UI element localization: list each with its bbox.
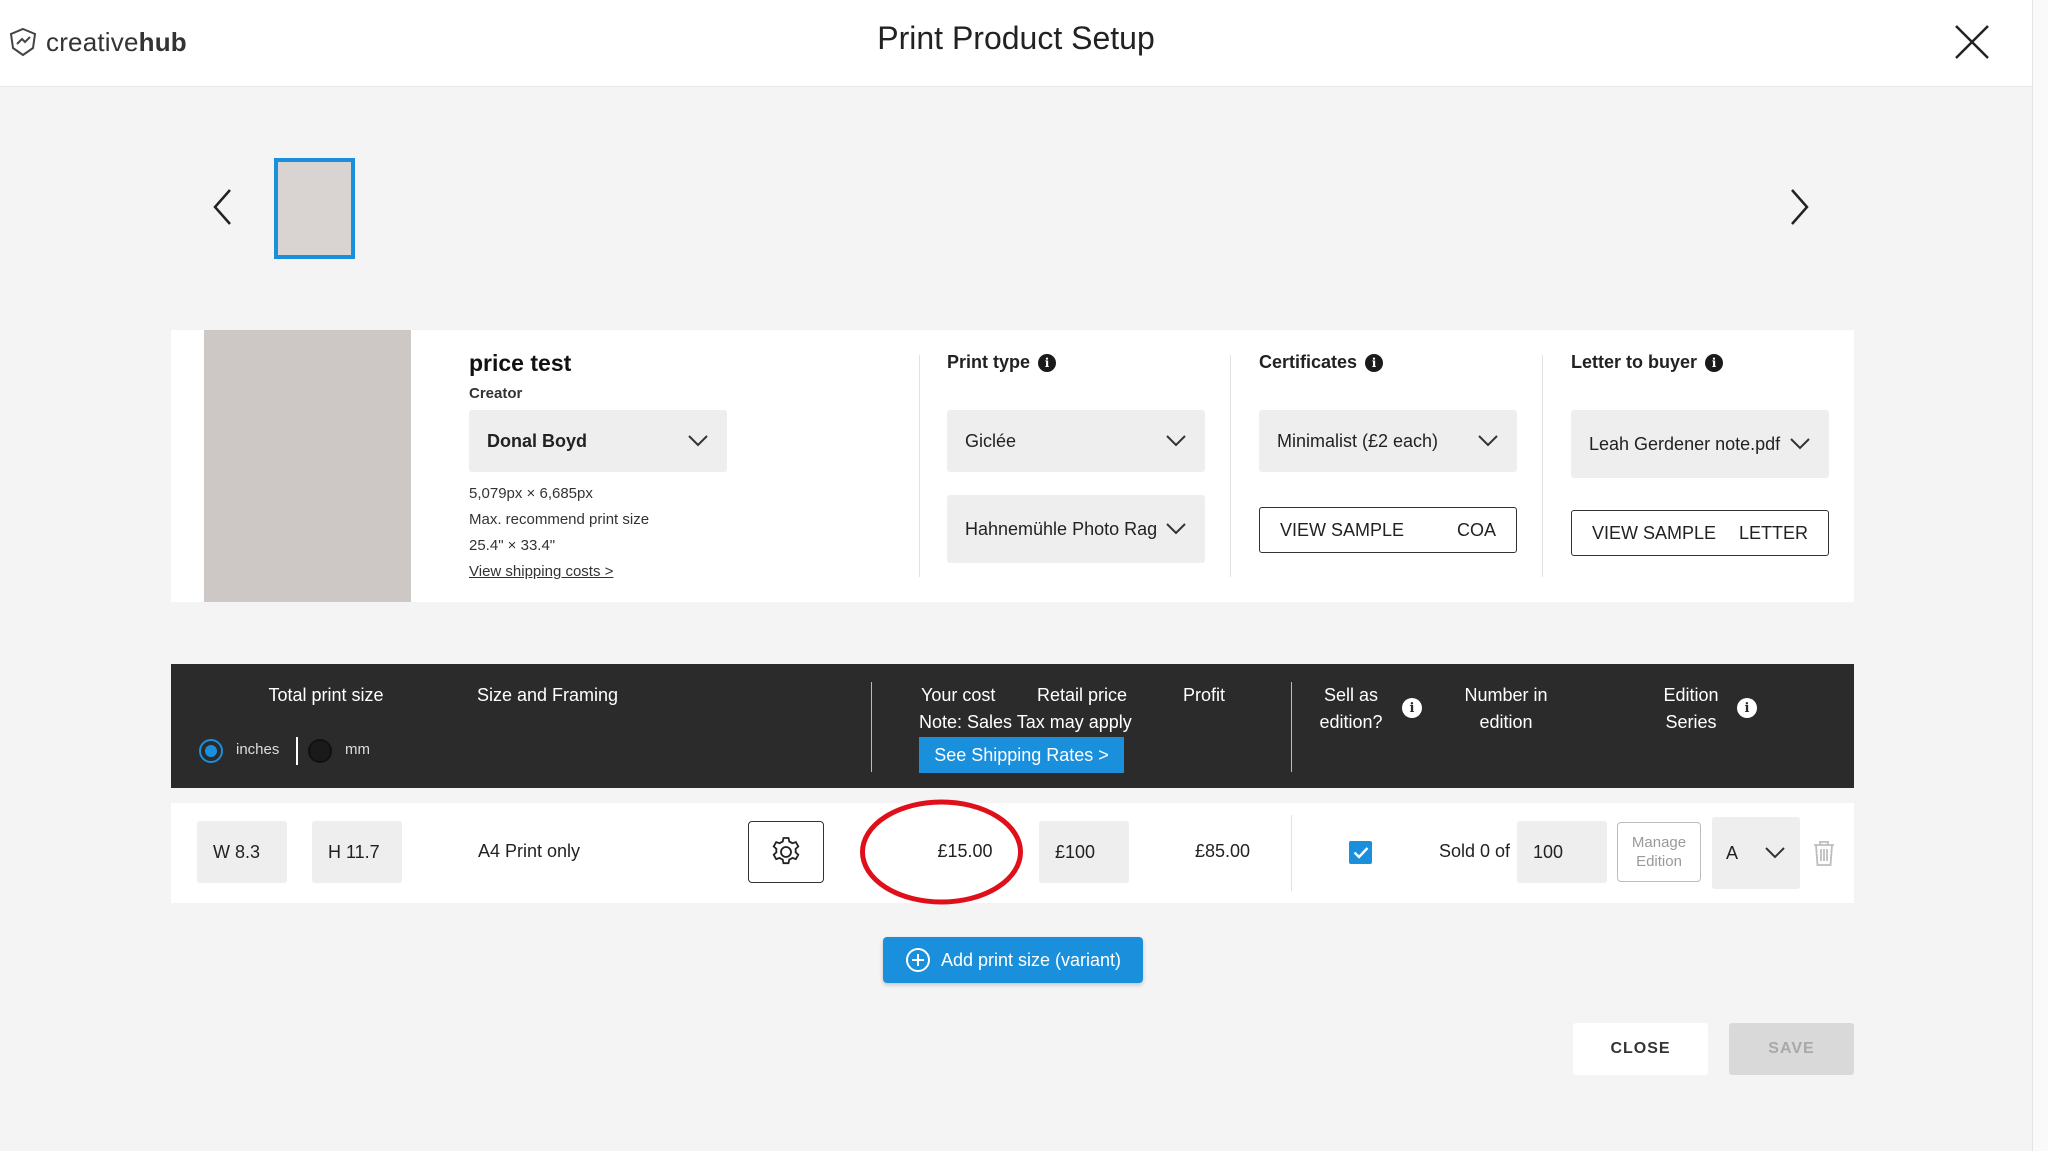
certificate-select[interactable]: Minimalist (£2 each) [1259, 410, 1517, 472]
save-button[interactable]: SAVE [1729, 1023, 1854, 1075]
chevron-down-icon [1790, 438, 1810, 450]
unit-mm-radio[interactable] [308, 739, 332, 763]
chevron-down-icon [1166, 435, 1186, 447]
unit-divider [296, 737, 298, 765]
total-print-size-header: Total print size [268, 685, 384, 705]
letter-select[interactable]: Leah Gerdener note.pdf [1571, 410, 1829, 478]
paper-value: Hahnemühle Photo Rag [965, 518, 1158, 539]
checkmark-icon [1353, 847, 1368, 859]
info-icon[interactable]: i [1705, 354, 1724, 373]
edition-series-value: A [1726, 842, 1739, 863]
product-title: price test [469, 350, 572, 376]
print-type-label: Print type i [947, 352, 1057, 373]
sell-as-edition-header: Sell as edition? [1319, 685, 1383, 732]
letter-to-buyer-label: Letter to buyer i [1571, 352, 1724, 373]
edition-number-input[interactable]: 100 [1517, 821, 1607, 883]
letter-value: Leah Gerdener note.pdf [1589, 433, 1781, 454]
sales-tax-note: Note: Sales Tax may apply [919, 712, 1132, 732]
view-sample-label: VIEW SAMPLE [1592, 522, 1717, 543]
creator-select[interactable]: Donal Boyd [469, 410, 727, 472]
chevron-down-icon [1166, 523, 1186, 535]
unit-mm-label: mm [345, 741, 370, 758]
add-print-size-label: Add print size (variant) [940, 949, 1122, 970]
print-type-value: Giclée [965, 430, 1017, 451]
view-sample-label: VIEW SAMPLE [1280, 519, 1405, 540]
size-framing-header: Size and Framing [477, 685, 619, 705]
artwork-preview [204, 330, 411, 602]
number-in-edition-header: Number in edition [1464, 685, 1548, 732]
certificates-label: Certificates i [1259, 352, 1384, 373]
close-icon[interactable] [1950, 20, 1994, 64]
view-sample-coa-button[interactable]: VIEW SAMPLE COA [1259, 507, 1517, 553]
info-icon[interactable]: i [1365, 354, 1384, 373]
view-shipping-link[interactable]: View shipping costs > [469, 563, 613, 580]
width-input[interactable]: W 8.3 [197, 821, 287, 883]
sample-kind-label: COA [1456, 519, 1496, 540]
max-print-size: 25.4" × 33.4" [469, 537, 556, 554]
trash-icon[interactable] [1811, 839, 1837, 867]
previous-arrow-icon[interactable] [202, 182, 242, 232]
variants-table-header: Total print size inches mm Size and Fram… [171, 664, 1854, 788]
see-shipping-rates-button[interactable]: See Shipping Rates > [919, 737, 1124, 773]
divider [919, 355, 920, 577]
info-icon[interactable]: i [1737, 698, 1757, 718]
edition-series-select[interactable]: A [1712, 817, 1800, 889]
product-card: price test Creator Donal Boyd 5,079px × … [171, 330, 1854, 602]
creator-value: Donal Boyd [487, 430, 588, 451]
chevron-down-icon [688, 435, 708, 447]
gear-icon [772, 837, 800, 865]
artwork-thumbnail-selected[interactable] [274, 158, 355, 259]
sample-kind-label: LETTER [1738, 522, 1808, 543]
manage-edition-button[interactable]: Manage Edition [1617, 822, 1701, 882]
height-input[interactable]: H 11.7 [312, 821, 402, 883]
max-print-size-label: Max. recommend print size [469, 511, 650, 528]
retail-price-header: Retail price [1037, 685, 1128, 705]
divider [1291, 682, 1292, 772]
sold-count-label: Sold 0 of [1439, 841, 1511, 861]
retail-price-input[interactable]: £100 [1039, 821, 1129, 883]
scrollbar[interactable] [2032, 0, 2048, 1151]
unit-inches-label: inches [236, 741, 280, 758]
next-arrow-icon[interactable] [1780, 182, 1820, 232]
unit-inches-radio[interactable] [199, 739, 223, 763]
creator-label: Creator [469, 385, 523, 402]
print-type-select[interactable]: Giclée [947, 410, 1205, 472]
divider [1230, 355, 1231, 577]
profit-header: Profit [1183, 685, 1226, 705]
chevron-down-icon [1765, 847, 1785, 859]
info-icon[interactable]: i [1402, 698, 1422, 718]
your-cost-value: £15.00 [937, 841, 993, 861]
page-title: Print Product Setup [877, 20, 1155, 56]
top-bar: creativehub Print Product Setup [0, 0, 2032, 87]
info-icon[interactable]: i [1038, 354, 1057, 373]
plus-circle-icon [905, 948, 930, 972]
certificate-value: Minimalist (£2 each) [1277, 430, 1439, 451]
close-button[interactable]: CLOSE [1573, 1023, 1708, 1075]
divider [1291, 815, 1292, 891]
divider [1542, 355, 1543, 577]
variant-row: W 8.3 H 11.7 A4 Print only £15.00 £100 £… [171, 803, 1854, 903]
your-cost-header: Your cost [921, 685, 996, 705]
pixel-dimensions: 5,079px × 6,685px [469, 485, 593, 502]
framing-label: A4 Print only [478, 841, 581, 861]
sell-as-edition-checkbox[interactable] [1349, 841, 1372, 864]
paper-select[interactable]: Hahnemühle Photo Rag [947, 495, 1205, 563]
view-sample-letter-button[interactable]: VIEW SAMPLE LETTER [1571, 510, 1829, 556]
divider [871, 682, 872, 772]
framing-settings-button[interactable] [748, 821, 824, 883]
edition-series-header: Edition Series [1663, 685, 1719, 732]
profit-value: £85.00 [1195, 841, 1251, 861]
chevron-down-icon [1478, 435, 1498, 447]
add-print-size-button[interactable]: Add print size (variant) [883, 937, 1143, 983]
